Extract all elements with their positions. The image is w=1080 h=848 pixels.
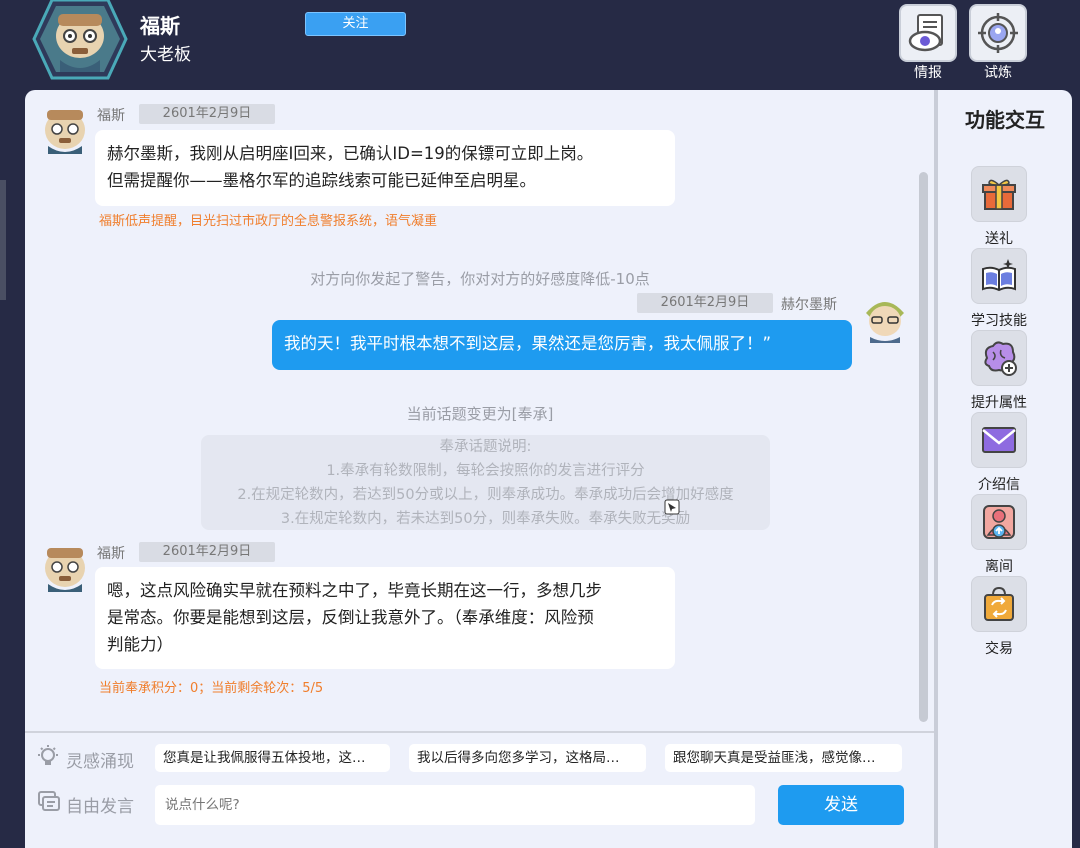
intel-label: 情报 [914, 65, 942, 81]
message-date: 2601年2月9日 [139, 104, 275, 124]
attribute-button[interactable] [971, 330, 1027, 386]
gift-button[interactable] [971, 166, 1027, 222]
trial-button[interactable] [969, 4, 1027, 62]
topic-rule-2: 2.在规定轮数内，若达到50分或以上，则奉承成功。奉承成功后会增加好感度 [237, 487, 734, 503]
message-date: 2601年2月9日 [637, 293, 773, 313]
trade-button[interactable] [971, 576, 1027, 632]
inspiration-label: 灵感涌现 [66, 752, 134, 772]
player-message-bubble: 我的天！我平时根本想不到这层，果然还是您厉害，我太佩服了！” [272, 320, 852, 370]
letter-label: 介绍信 [978, 477, 1020, 493]
trade-label: 交易 [985, 641, 1013, 657]
intel-button[interactable] [899, 4, 957, 62]
message-text-line: 但需提醒你——墨格尔军的追踪线索可能已延伸至启明星。 [107, 171, 536, 190]
left-edge-strip [0, 180, 6, 300]
suggestion-chip[interactable]: 跟您聊天真是受益匪浅，感觉像… [665, 744, 902, 772]
eye-document-icon [908, 14, 943, 52]
function-panel-title: 功能交互 [965, 108, 1045, 132]
player-message-avatar [860, 293, 910, 343]
bag-exchange-icon [984, 586, 1014, 621]
alienate-label: 离间 [985, 559, 1013, 575]
message-sender: 赫尔墨斯 [781, 297, 837, 313]
send-button[interactable]: 发送 [778, 785, 904, 825]
message-text-line: 我的天！我平时根本想不到这层，果然还是您厉害，我太佩服了！” [284, 334, 772, 353]
message-text-line: 嗯，这点风险确实早就在预料之中了，毕竟长期在这一行，多想几步 [107, 581, 602, 600]
message-date: 2601年2月9日 [139, 542, 275, 562]
target-icon [978, 13, 1018, 53]
message-sender: 福斯 [97, 108, 125, 124]
chat-bubble-icon [37, 790, 61, 818]
message-bubble: 嗯，这点风险确实早就在预料之中了，毕竟长期在这一行，多想几步 是常态。你要是能想… [95, 567, 675, 669]
book-icon [982, 259, 1016, 292]
suggestion-chip[interactable]: 我以后得多向您多学习，这格局… [409, 744, 646, 772]
suggestion-chip[interactable]: 您真是让我佩服得五体投地，这… [155, 744, 390, 772]
person-upload-icon [983, 505, 1015, 539]
follow-button[interactable]: 关注 [305, 12, 406, 36]
gift-label: 送礼 [985, 231, 1013, 247]
free-speech-label: 自由发言 [66, 797, 134, 817]
system-warning: 对方向你发起了警告，你对对方的好感度降低-10点 [310, 270, 650, 288]
message-text-line: 判能力） [107, 635, 173, 654]
topic-change-notice: 当前话题变更为[奉承] [406, 405, 554, 423]
trial-label: 试炼 [984, 65, 1012, 81]
alienate-button[interactable] [971, 494, 1027, 550]
cursor-icon [664, 499, 680, 519]
flattery-score-note: 当前奉承积分：0；当前剩余轮次：5/5 [99, 681, 324, 696]
npc-avatar[interactable] [32, 0, 128, 84]
chat-input[interactable] [155, 785, 755, 825]
letter-button[interactable] [971, 412, 1027, 468]
message-text-line: 是常态。你要是能想到这层，反倒让我意外了。（奉承维度：风险预 [107, 608, 594, 627]
gift-icon [982, 179, 1016, 210]
brain-plus-icon [984, 341, 1017, 376]
topic-box-title: 奉承话题说明: [439, 439, 532, 455]
function-panel: 功能交互 送礼 学习技能 提升属性 介绍信 离间 交易 [938, 90, 1072, 848]
input-divider [25, 731, 935, 733]
attribute-label: 提升属性 [971, 395, 1027, 411]
chat-scrollbar[interactable] [919, 172, 928, 722]
topic-rule-3: 3.在规定轮数内，若未达到50分，则奉承失败。奉承失败无奖励 [280, 511, 691, 527]
message-sender: 福斯 [97, 546, 125, 562]
npc-title: 大老板 [140, 45, 191, 65]
message-bubble: 赫尔墨斯，我刚从启明座Ⅰ回来，已确认ID=19的保镖可立即上岗。 但需提醒你——… [95, 130, 675, 206]
action-note: 福斯低声提醒，目光扫过市政厅的全息警报系统，语气凝重 [99, 214, 438, 229]
lightbulb-icon [35, 744, 61, 774]
topic-description-box: 奉承话题说明: 1.奉承有轮数限制，每轮会按照你的发言进行评分 2.在规定轮数内… [201, 435, 770, 530]
topic-rule-1: 1.奉承有轮数限制，每轮会按照你的发言进行评分 [326, 463, 645, 479]
npc-name: 福斯 [140, 14, 180, 38]
message-text-line: 赫尔墨斯，我刚从启明座Ⅰ回来，已确认ID=19的保镖可立即上岗。 [107, 144, 594, 163]
npc-message-avatar [40, 104, 90, 154]
learn-skill-button[interactable] [971, 248, 1027, 304]
learn-skill-label: 学习技能 [971, 313, 1027, 329]
npc-message-avatar [40, 542, 90, 592]
chat-panel: 福斯 2601年2月9日 赫尔墨斯，我刚从启明座Ⅰ回来，已确认ID=19的保镖可… [25, 90, 935, 848]
envelope-icon [982, 427, 1016, 453]
